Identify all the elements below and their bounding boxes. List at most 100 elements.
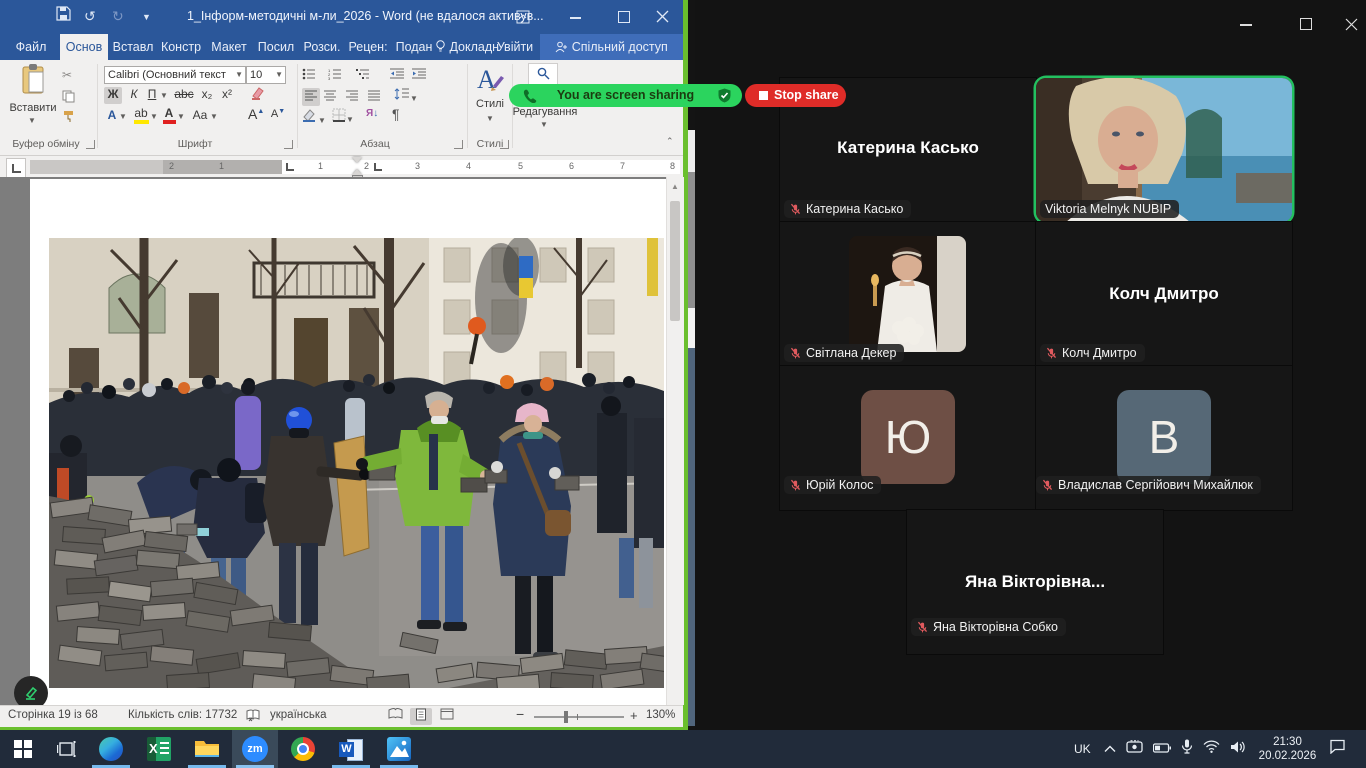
save-icon[interactable]: [56, 6, 71, 24]
close-button[interactable]: [656, 10, 670, 24]
taskbar-file-explorer[interactable]: [184, 730, 230, 768]
borders-icon[interactable]: ▼: [332, 108, 354, 125]
tab-layout[interactable]: Макет: [206, 34, 252, 60]
volume-icon[interactable]: [1230, 740, 1246, 759]
tab-selector[interactable]: [6, 158, 26, 178]
bullets-icon[interactable]: [302, 68, 316, 83]
stop-share-button[interactable]: Stop share: [745, 84, 846, 107]
tab-file[interactable]: Файл: [8, 34, 54, 60]
change-case-button[interactable]: Aa: [190, 108, 210, 122]
clear-formatting-icon[interactable]: [250, 85, 266, 104]
tray-clock[interactable]: 21:30 20.02.2026: [1259, 735, 1317, 763]
participant-tile[interactable]: Яна Вікторівна... Яна Вікторівна Собко: [907, 510, 1163, 654]
underline-dropdown[interactable]: ▼: [160, 91, 168, 100]
italic-button[interactable]: К: [126, 87, 142, 101]
tray-chevron-icon[interactable]: [1104, 740, 1116, 758]
battery-icon[interactable]: [1153, 740, 1171, 758]
change-case-dropdown[interactable]: ▼: [210, 112, 218, 121]
tab-home[interactable]: Основ: [60, 34, 108, 60]
taskbar-edge[interactable]: [88, 730, 134, 768]
ribbon-display-options-icon[interactable]: [516, 10, 530, 24]
horizontal-ruler[interactable]: 2 1 1 2 3 4 5 6 7 8: [0, 157, 683, 177]
read-mode-icon[interactable]: [384, 708, 406, 725]
styles-label[interactable]: Стилі: [468, 98, 512, 110]
taskbar-photos[interactable]: [376, 730, 422, 768]
styles-dialog-launcher[interactable]: [500, 140, 509, 149]
zoom-slider-track[interactable]: [534, 716, 624, 718]
highlight-dropdown[interactable]: ▼: [150, 112, 158, 121]
tab-insert[interactable]: Вставл: [110, 34, 156, 60]
pilcrow-icon[interactable]: ¶: [392, 106, 400, 122]
microphone-tray-icon[interactable]: [1181, 739, 1193, 759]
zoom-in-button[interactable]: +: [630, 708, 638, 723]
taskbar-zoom-active[interactable]: zm: [232, 730, 278, 768]
format-painter-icon[interactable]: [62, 110, 75, 126]
highlight-button[interactable]: ab: [132, 106, 150, 124]
sign-in-button[interactable]: Увійти: [492, 34, 538, 60]
participant-tile-video-active[interactable]: Viktoria Melnyk NUBIP: [1036, 78, 1292, 222]
styles-button[interactable]: A: [472, 64, 508, 97]
paste-dropdown[interactable]: ▼: [28, 116, 36, 125]
font-name-combo[interactable]: Calibri (Основний текст ▼: [104, 66, 246, 84]
collapse-ribbon-icon[interactable]: ⌃: [666, 136, 674, 147]
strikethrough-button[interactable]: abc: [172, 87, 196, 101]
line-spacing-icon[interactable]: ▼: [394, 88, 418, 104]
redo-icon[interactable]: ↻: [112, 8, 124, 25]
zoom-out-button[interactable]: −: [516, 706, 524, 722]
undo-icon[interactable]: ↺: [84, 8, 96, 25]
document-area[interactable]: [0, 177, 666, 705]
minimize-button[interactable]: [570, 10, 584, 24]
multilevel-list-icon[interactable]: [356, 68, 370, 83]
shrink-font-button[interactable]: А▼: [270, 108, 286, 120]
task-view-button[interactable]: [44, 730, 90, 768]
participant-tile[interactable]: Ю Юрій Колос: [780, 366, 1036, 510]
tab-stop-marker[interactable]: [374, 163, 382, 171]
participant-tile[interactable]: Колч Дмитро Колч Дмитро: [1036, 222, 1292, 366]
screen-share-tray-icon[interactable]: [1126, 740, 1143, 759]
language-switcher[interactable]: UK: [1074, 742, 1091, 756]
zoom-level[interactable]: 130%: [646, 709, 675, 721]
font-size-combo[interactable]: 10 ▼: [246, 66, 286, 84]
text-effects-dropdown[interactable]: ▼: [119, 112, 127, 121]
page-indicator[interactable]: Сторінка 19 із 68: [8, 709, 98, 721]
print-layout-icon[interactable]: [410, 708, 432, 725]
subscript-button[interactable]: x₂: [198, 87, 216, 101]
decrease-indent-icon[interactable]: [390, 68, 405, 83]
paste-button[interactable]: [12, 64, 56, 99]
styles-dropdown[interactable]: ▼: [486, 114, 494, 123]
font-dialog-launcher[interactable]: [284, 140, 293, 149]
participant-tile[interactable]: В Владислав Сергійович Михайлюк: [1036, 366, 1292, 510]
tab-mailings[interactable]: Розси.: [300, 34, 344, 60]
taskbar-word[interactable]: W: [328, 730, 374, 768]
participant-tile[interactable]: Світлана Декер: [780, 222, 1036, 366]
proofing-icon[interactable]: [246, 709, 260, 725]
shading-icon[interactable]: ▼: [302, 108, 326, 126]
document-page[interactable]: [30, 179, 666, 705]
sort-icon[interactable]: Я↓: [366, 108, 378, 119]
wifi-icon[interactable]: [1203, 740, 1220, 758]
editing-dropdown[interactable]: ▼: [540, 120, 548, 129]
zoom-minimize-button[interactable]: [1240, 18, 1252, 26]
zoom-slider-thumb[interactable]: [564, 711, 568, 723]
tab-design[interactable]: Констр: [158, 34, 204, 60]
superscript-button[interactable]: x²: [218, 87, 236, 101]
cut-icon[interactable]: ✂: [62, 68, 72, 82]
increase-indent-icon[interactable]: [412, 68, 427, 83]
action-center-icon[interactable]: [1329, 739, 1346, 759]
start-button[interactable]: [0, 730, 46, 768]
scrollbar-thumb[interactable]: [670, 201, 680, 321]
tab-stop-marker[interactable]: [286, 163, 294, 171]
underline-button[interactable]: П: [144, 87, 160, 101]
vertical-scrollbar[interactable]: ▲: [666, 177, 684, 705]
align-center-icon[interactable]: [324, 90, 337, 104]
font-color-dropdown[interactable]: ▼: [177, 112, 185, 121]
zoom-close-button[interactable]: [1345, 18, 1358, 36]
justify-icon[interactable]: [368, 90, 381, 104]
align-right-icon[interactable]: [346, 90, 359, 104]
share-button[interactable]: Спільний доступ: [540, 34, 683, 60]
clipboard-dialog-launcher[interactable]: [86, 140, 95, 149]
scroll-up-icon[interactable]: ▲: [671, 182, 679, 191]
font-color-button[interactable]: А: [162, 106, 176, 124]
copy-icon[interactable]: [62, 90, 75, 106]
grow-font-button[interactable]: А▲: [248, 106, 264, 122]
